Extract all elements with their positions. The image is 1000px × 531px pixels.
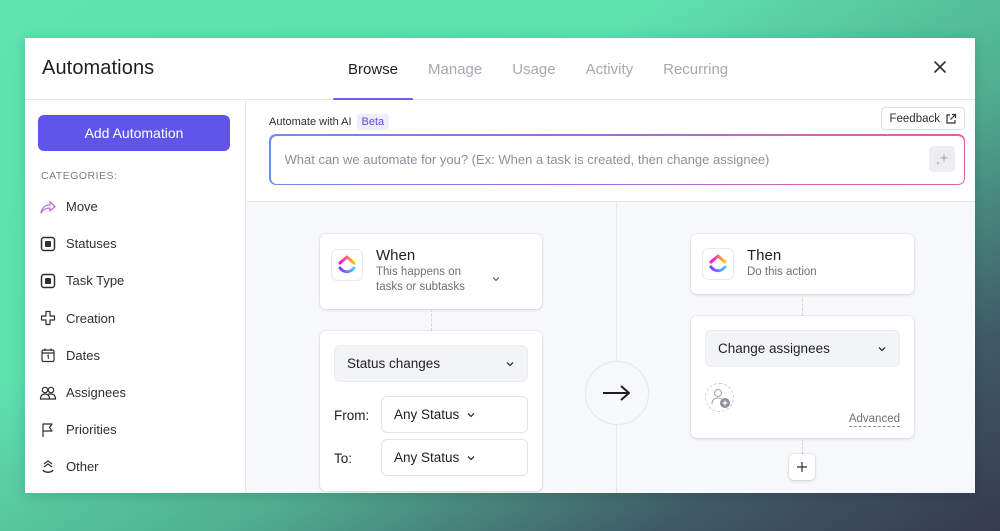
categories-heading: CATEGORIES: [41, 170, 118, 182]
trigger-event-value: Status changes [347, 356, 441, 371]
category-other[interactable]: Other [39, 448, 126, 485]
tab-manage[interactable]: Manage [413, 38, 497, 100]
move-arrow-icon [39, 198, 57, 216]
trigger-subtitle-line2: tasks or subtasks [376, 281, 465, 293]
feedback-label: Feedback [889, 112, 940, 125]
category-move[interactable]: Move [39, 188, 126, 225]
category-label: Assignees [66, 385, 126, 401]
category-label: Dates [66, 347, 100, 363]
action-card[interactable]: Then Do this action [691, 234, 914, 294]
status-square-icon [39, 235, 57, 253]
ai-prompt-input[interactable] [270, 135, 964, 184]
category-label: Move [66, 199, 98, 215]
ai-input-wrapper [269, 134, 965, 185]
close-icon [934, 61, 946, 73]
task-type-square-icon [39, 272, 57, 290]
chevron-down-icon [878, 346, 886, 351]
trigger-subtitle-line1: This happens on [376, 266, 462, 278]
close-button[interactable] [931, 58, 949, 76]
action-type-value: Change assignees [718, 341, 830, 356]
chevron-down-icon [467, 455, 475, 460]
category-label: Other [66, 459, 99, 475]
modal-header: Automations Browse Manage Usage Activity… [25, 38, 975, 101]
advanced-link[interactable]: Advanced [848, 413, 900, 427]
trigger-card[interactable]: When This happens on tasks or subtasks [320, 234, 542, 309]
action-type-dropdown[interactable]: Change assignees [705, 330, 900, 367]
chevron-down-icon [506, 361, 514, 366]
category-task-type[interactable]: Task Type [39, 262, 126, 299]
plus-outline-icon [39, 309, 57, 327]
action-title: Then [747, 247, 782, 264]
flow-divider [616, 202, 617, 493]
sparkle-icon [936, 153, 949, 165]
flag-icon [39, 421, 57, 439]
from-status-select[interactable]: Any Status [381, 396, 528, 433]
from-label: From: [334, 408, 370, 423]
automations-modal: Automations Browse Manage Usage Activity… [25, 38, 975, 493]
connector-line [802, 438, 803, 454]
to-status-select[interactable]: Any Status [381, 439, 528, 476]
trigger-config-card: Status changes From: Any Status To: Any … [320, 331, 542, 491]
flow-arrow [585, 361, 649, 425]
ai-label-text: Automate with AI [269, 116, 352, 128]
calendar-icon [39, 346, 57, 364]
action-config-card: Change assignees Advanced [691, 316, 914, 438]
to-label: To: [334, 451, 353, 466]
arrow-right-icon [603, 385, 630, 401]
tab-bar: Browse Manage Usage Activity Recurring [333, 38, 743, 101]
main-panel: Automate with AI Beta Feedback What can … [246, 100, 975, 493]
category-dates[interactable]: Dates [39, 337, 126, 374]
category-statuses[interactable]: Statuses [39, 225, 126, 262]
external-link-icon [946, 113, 957, 124]
tab-browse[interactable]: Browse [333, 38, 414, 101]
trigger-title: When [376, 247, 416, 264]
add-step-button[interactable] [789, 454, 815, 480]
add-user-icon [711, 388, 730, 408]
category-list: Move Statuses Task Type Creation Dates A… [39, 188, 126, 486]
chevron-down-icon[interactable] [491, 275, 501, 283]
action-subtitle: Do this action [747, 266, 817, 278]
category-creation[interactable]: Creation [39, 300, 126, 337]
chevron-down-icon [467, 412, 475, 417]
ai-automation-bar: Automate with AI Beta Feedback [246, 100, 975, 202]
add-automation-button[interactable]: Add Automation [38, 115, 230, 151]
category-label: Statuses [66, 236, 117, 252]
plus-icon [797, 462, 807, 472]
beta-badge: Beta [356, 114, 390, 130]
trigger-event-dropdown[interactable]: Status changes [334, 345, 528, 382]
tab-usage[interactable]: Usage [497, 38, 570, 100]
ai-generate-button[interactable] [929, 146, 955, 172]
ai-label: Automate with AI Beta [269, 114, 390, 130]
category-label: Creation [66, 310, 116, 326]
automation-canvas: When This happens on tasks or subtasks S… [246, 202, 975, 493]
to-status-value: Any Status [394, 450, 460, 465]
trigger-subtitle: This happens on tasks or subtasks [376, 265, 465, 295]
category-priorities[interactable]: Priorities [39, 411, 126, 448]
modal-title: Automations [42, 57, 155, 79]
sidebar: Add Automation CATEGORIES: Move Statuses… [25, 100, 246, 493]
connector-line [431, 309, 432, 331]
other-chevrons-icon [39, 458, 57, 476]
tab-activity[interactable]: Activity [571, 38, 649, 100]
from-status-value: Any Status [394, 407, 460, 422]
users-icon [39, 384, 57, 402]
tab-recurring[interactable]: Recurring [648, 38, 743, 100]
feedback-button[interactable]: Feedback [881, 107, 965, 130]
category-assignees[interactable]: Assignees [39, 374, 126, 411]
clickup-logo-icon [702, 248, 734, 280]
add-assignee-button[interactable] [705, 383, 734, 412]
connector-line [802, 294, 803, 316]
clickup-logo-icon [331, 249, 363, 281]
category-label: Task Type [66, 273, 125, 289]
category-label: Priorities [66, 422, 117, 438]
